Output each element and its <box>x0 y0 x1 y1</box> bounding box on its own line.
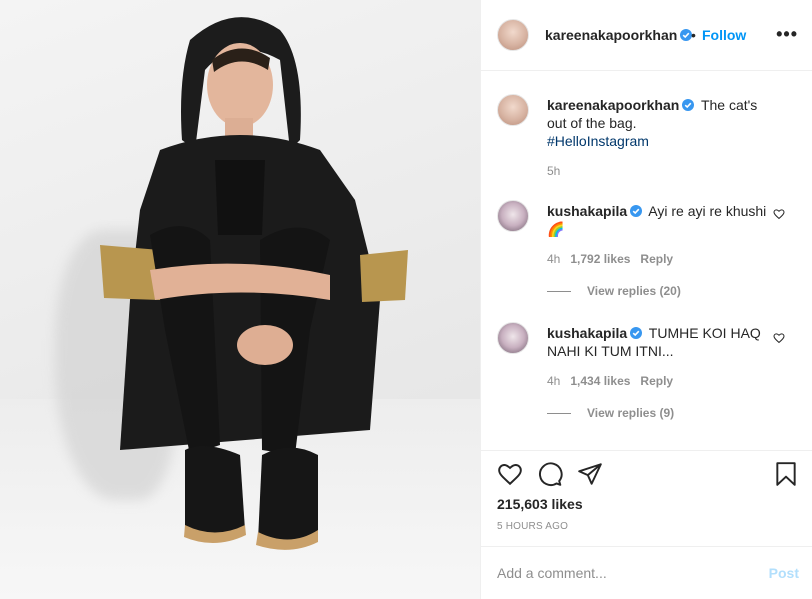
reply-button[interactable]: Reply <box>640 374 673 388</box>
caption-username[interactable]: kareenakapoorkhan <box>547 97 695 113</box>
comment-username[interactable]: kushakapila <box>547 325 643 341</box>
comment-age: 4h <box>547 374 561 388</box>
replies-divider <box>547 413 571 415</box>
post-actions: 215,603 likes 5 HOURS AGO <box>481 450 812 546</box>
comment-like-heart-icon[interactable] <box>773 332 785 344</box>
commenter-avatar[interactable] <box>497 322 529 354</box>
caption-hashtag[interactable]: #HelloInstagram <box>547 133 649 149</box>
comment-likes[interactable]: 1,792 likes <box>570 252 630 266</box>
comment-body: kushakapila Ayi re ayi re khushi 🌈 <box>547 202 775 238</box>
comment-likes[interactable]: 1,434 likes <box>570 374 630 388</box>
comment-bubble-icon[interactable] <box>537 461 563 487</box>
verified-badge-icon <box>630 205 643 217</box>
post-timestamp: 5 HOURS AGO <box>497 521 569 532</box>
photo-figure <box>100 17 408 550</box>
reply-button[interactable]: Reply <box>640 252 673 266</box>
comment-meta: 4h 1,434 likes Reply <box>547 374 673 388</box>
heart-icon[interactable] <box>497 461 523 487</box>
likes-count[interactable]: 215,603 likes <box>497 496 583 512</box>
post-side-panel: kareenakapoorkhan • Follow ••• kareenaka… <box>480 0 812 599</box>
author-username[interactable]: kareenakapoorkhan <box>545 27 693 43</box>
caption-age: 5h <box>547 164 561 178</box>
header-separator: • <box>691 27 696 43</box>
post-comment-button[interactable]: Post <box>769 565 799 581</box>
comment-input[interactable] <box>497 563 747 583</box>
post-header: kareenakapoorkhan • Follow ••• <box>481 0 812 71</box>
more-options-icon[interactable]: ••• <box>776 24 798 45</box>
add-comment-bar: Post <box>481 546 812 599</box>
bookmark-icon[interactable] <box>773 461 799 487</box>
verified-badge-icon <box>630 327 643 339</box>
caption-avatar[interactable] <box>497 94 529 126</box>
paper-plane-icon[interactable] <box>577 461 603 487</box>
verified-badge-icon <box>682 99 695 111</box>
comment-age: 4h <box>547 252 561 266</box>
comment-meta: 4h 1,792 likes Reply <box>547 252 673 266</box>
replies-divider <box>547 291 571 293</box>
comments-list[interactable]: kareenakapoorkhan The cat's out of the b… <box>481 72 812 450</box>
follow-button[interactable]: Follow <box>702 27 746 43</box>
comment-username[interactable]: kushakapila <box>547 203 643 219</box>
commenter-avatar[interactable] <box>497 200 529 232</box>
comment-like-heart-icon[interactable] <box>773 208 785 220</box>
caption-body: kareenakapoorkhan The cat's out of the b… <box>547 96 775 150</box>
view-replies-button[interactable]: View replies (9) <box>547 406 674 420</box>
comment-body: kushakapila TUMHE KOI HAQ NAHI KI TUM IT… <box>547 324 775 360</box>
view-replies-button[interactable]: View replies (20) <box>547 284 681 298</box>
author-avatar[interactable] <box>497 19 529 51</box>
post-photo[interactable] <box>0 0 480 599</box>
